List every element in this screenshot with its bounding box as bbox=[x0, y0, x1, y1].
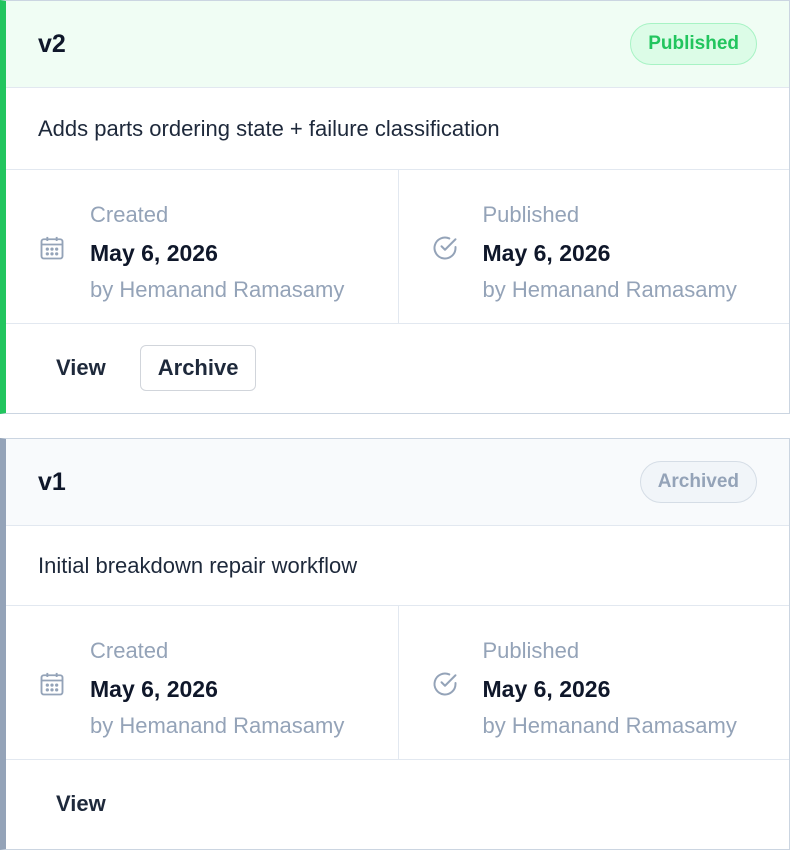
view-button[interactable]: View bbox=[40, 345, 122, 391]
created-label: Created bbox=[90, 202, 169, 227]
published-label: Published bbox=[482, 202, 580, 227]
published-date: May 6, 2026 bbox=[482, 240, 611, 266]
published-label: Published bbox=[482, 638, 580, 663]
created-label: Created bbox=[90, 638, 169, 663]
created-date: May 6, 2026 bbox=[90, 240, 218, 266]
version-label: v1 bbox=[38, 467, 66, 496]
version-actions: View bbox=[6, 760, 789, 848]
published-info: Published May 6, 2026 by Hemanand Ramasa… bbox=[397, 606, 790, 759]
published-by: by Hemanand Ramasamy bbox=[482, 277, 737, 302]
status-badge: Archived bbox=[639, 461, 757, 503]
version-actions: View Archive bbox=[6, 324, 789, 412]
view-button[interactable]: View bbox=[40, 781, 122, 827]
published-info: Published May 6, 2026 by Hemanand Ramasa… bbox=[397, 170, 790, 323]
version-card-v1: v1 Archived Initial breakdown repair wor… bbox=[0, 438, 790, 850]
version-meta: Created May 6, 2026 by Hemanand Ramasamy… bbox=[6, 606, 789, 760]
created-date: May 6, 2026 bbox=[90, 676, 218, 702]
version-meta: Created May 6, 2026 by Hemanand Ramasamy… bbox=[6, 170, 789, 324]
created-by: by Hemanand Ramasamy bbox=[90, 713, 345, 738]
created-by: by Hemanand Ramasamy bbox=[90, 277, 345, 302]
published-by: by Hemanand Ramasamy bbox=[482, 713, 737, 738]
check-circle-icon bbox=[433, 672, 456, 696]
published-date: May 6, 2026 bbox=[482, 676, 611, 702]
check-circle-icon bbox=[433, 236, 456, 260]
created-info: Created May 6, 2026 by Hemanand Ramasamy bbox=[6, 606, 398, 759]
version-card-header: v1 Archived bbox=[6, 439, 789, 526]
calendar-icon bbox=[40, 672, 64, 696]
version-card-header: v2 Published bbox=[6, 1, 789, 88]
version-label: v2 bbox=[38, 29, 66, 58]
version-description: Initial breakdown repair workflow bbox=[6, 526, 789, 606]
version-card-v2: v2 Published Adds parts ordering state +… bbox=[0, 0, 790, 414]
version-description: Adds parts ordering state + failure clas… bbox=[6, 88, 789, 170]
created-info: Created May 6, 2026 by Hemanand Ramasamy bbox=[6, 170, 398, 323]
calendar-icon bbox=[40, 236, 64, 260]
status-badge: Published bbox=[630, 23, 757, 65]
archive-button[interactable]: Archive bbox=[139, 345, 257, 391]
